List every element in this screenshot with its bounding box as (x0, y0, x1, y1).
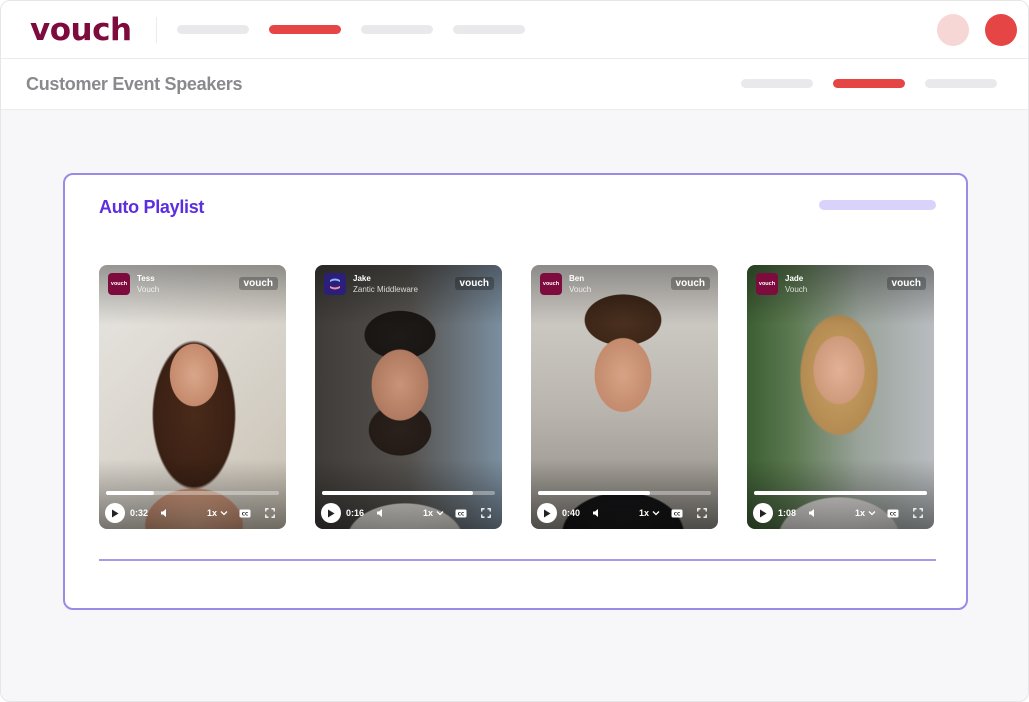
captions-icon[interactable]: CC (238, 506, 252, 520)
captions-icon[interactable]: CC (886, 506, 900, 520)
play-icon (112, 509, 119, 517)
speaker-name: Jade (785, 274, 804, 283)
progress-fill (754, 491, 927, 495)
play-button[interactable] (321, 503, 341, 523)
speaker-company: Vouch (569, 285, 592, 294)
progress-fill (538, 491, 651, 495)
play-icon (328, 509, 335, 517)
playback-speed[interactable]: 1x (639, 508, 649, 518)
chevron-down-icon[interactable] (649, 506, 663, 520)
header-tab-3[interactable] (925, 79, 997, 88)
video-time: 0:40 (562, 508, 581, 518)
video-controls: 0:16 1x CC (315, 503, 502, 525)
fullscreen-icon[interactable] (911, 506, 925, 520)
captions-icon[interactable]: CC (670, 506, 684, 520)
progress-bar[interactable] (106, 491, 279, 495)
volume-icon[interactable] (374, 506, 388, 520)
vouch-logo-icon: vouch (540, 273, 562, 295)
speaker-company: Vouch (137, 285, 160, 294)
nav-item-2-active[interactable] (269, 25, 341, 34)
fullscreen-icon[interactable] (695, 506, 709, 520)
video-tile-tess[interactable]: vouch Tess Vouch vouch 0:32 1x CC (99, 265, 286, 529)
progress-fill (106, 491, 155, 495)
chevron-down-icon[interactable] (433, 506, 447, 520)
brand-watermark: vouch (238, 277, 278, 290)
nav-item-3[interactable] (361, 25, 433, 34)
nav-item-1[interactable] (177, 25, 249, 34)
speaker-name: Tess (137, 274, 155, 283)
volume-icon[interactable] (158, 506, 172, 520)
playback-speed[interactable]: 1x (207, 508, 217, 518)
user-avatar[interactable] (985, 14, 1017, 46)
brand-watermark: vouch (454, 277, 494, 290)
play-icon (760, 509, 767, 517)
vouch-logo-icon: vouch (756, 273, 778, 295)
speaker-name: Jake (353, 274, 371, 283)
zantic-logo-icon (324, 273, 346, 295)
page-title: Customer Event Speakers (26, 74, 243, 94)
speaker-company: Zantic Middleware (353, 285, 418, 294)
video-time: 0:16 (346, 508, 365, 518)
header-tab-2-active[interactable] (833, 79, 905, 88)
video-tile-jade[interactable]: vouch Jade Vouch vouch 1:08 1x CC (747, 265, 934, 529)
speaker-company: Vouch (785, 285, 808, 294)
video-controls: 1:08 1x CC (747, 503, 934, 525)
top-nav: vouch (1, 1, 1028, 59)
svg-text:CC: CC (458, 511, 465, 517)
playlist-title: Auto Playlist (99, 197, 205, 217)
play-button[interactable] (105, 503, 125, 523)
captions-icon[interactable]: CC (454, 506, 468, 520)
header-tab-1[interactable] (741, 79, 813, 88)
fullscreen-icon[interactable] (479, 506, 493, 520)
vouch-logo-icon: vouch (108, 273, 130, 295)
page-header: Customer Event Speakers (1, 59, 1028, 110)
volume-icon[interactable] (806, 506, 820, 520)
playback-speed[interactable]: 1x (423, 508, 433, 518)
playlist-action-pill[interactable] (819, 200, 936, 210)
video-time: 0:32 (130, 508, 149, 518)
video-controls: 0:40 1x CC (531, 503, 718, 525)
nav-divider (156, 17, 157, 43)
notification-avatar[interactable] (937, 14, 969, 46)
play-button[interactable] (753, 503, 773, 523)
brand-watermark: vouch (670, 277, 710, 290)
speaker-name: Ben (569, 274, 585, 283)
playlist-divider (99, 559, 936, 561)
volume-icon[interactable] (590, 506, 604, 520)
vouch-logo[interactable]: vouch (30, 12, 132, 48)
video-tile-ben[interactable]: vouch Ben Vouch vouch 0:40 1x CC (531, 265, 718, 529)
playback-speed[interactable]: 1x (855, 508, 865, 518)
video-tile-jake[interactable]: Jake Zantic Middleware vouch 0:16 1x CC (315, 265, 502, 529)
video-time: 1:08 (778, 508, 797, 518)
chevron-down-icon[interactable] (217, 506, 231, 520)
playlist-card: Auto Playlist vouch Tess Vouch vouch 0:3… (63, 173, 968, 610)
play-button[interactable] (537, 503, 557, 523)
svg-text:CC: CC (674, 511, 681, 517)
progress-bar[interactable] (538, 491, 711, 495)
svg-text:CC: CC (242, 511, 249, 517)
chevron-down-icon[interactable] (865, 506, 879, 520)
progress-bar[interactable] (754, 491, 927, 495)
app-window: vouch Customer Event Speakers Auto Playl… (0, 0, 1029, 702)
fullscreen-icon[interactable] (263, 506, 277, 520)
play-icon (544, 509, 551, 517)
svg-text:CC: CC (890, 511, 897, 517)
progress-bar[interactable] (322, 491, 495, 495)
video-controls: 0:32 1x CC (99, 503, 286, 525)
progress-fill (322, 491, 473, 495)
brand-watermark: vouch (886, 277, 926, 290)
nav-item-4[interactable] (453, 25, 525, 34)
